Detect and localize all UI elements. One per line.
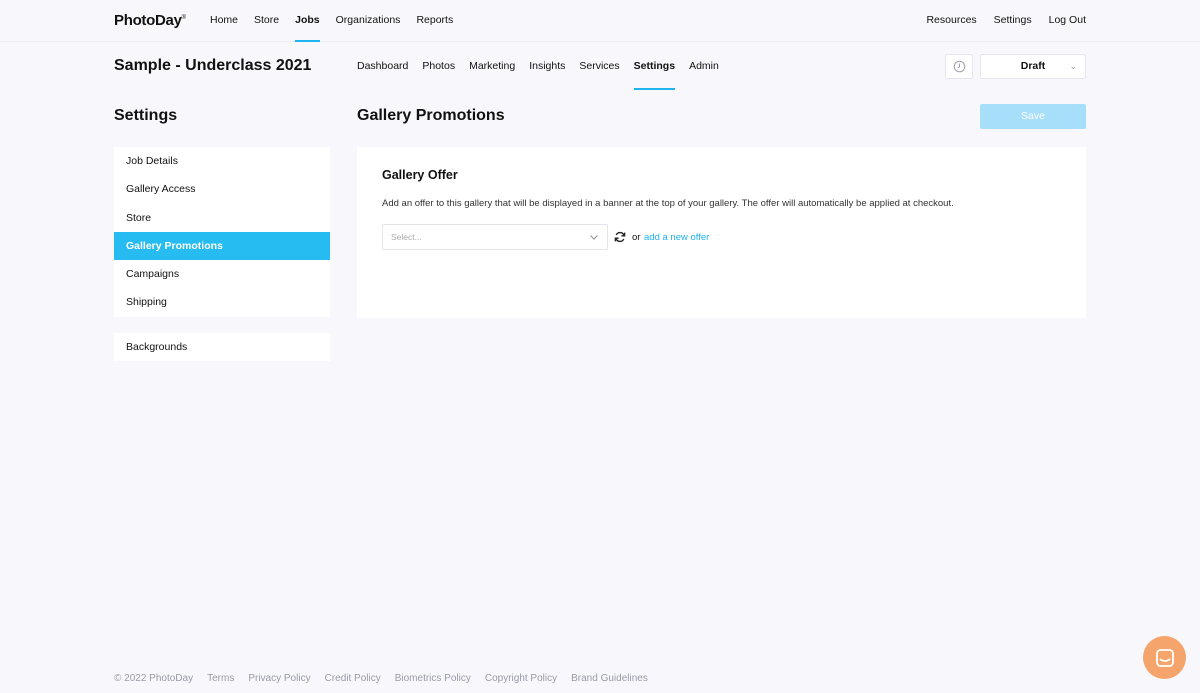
nav-settings[interactable]: Settings bbox=[994, 0, 1032, 42]
chevron-down-icon: ⌄ bbox=[1069, 61, 1077, 71]
sidebar-item-shipping[interactable]: Shipping bbox=[114, 288, 330, 316]
sidebar-heading: Settings bbox=[114, 107, 178, 124]
or-text: or bbox=[632, 232, 641, 243]
footer-link-credit[interactable]: Credit Policy bbox=[325, 673, 381, 684]
nav-organizations[interactable]: Organizations bbox=[328, 0, 409, 42]
chat-icon bbox=[1155, 648, 1174, 667]
chevron-down-icon bbox=[590, 235, 598, 240]
history-button[interactable] bbox=[945, 54, 973, 79]
tab-settings[interactable]: Settings bbox=[633, 44, 676, 90]
logo-trademark: ® bbox=[181, 15, 186, 21]
tab-admin[interactable]: Admin bbox=[689, 44, 719, 90]
settings-menu-secondary: Backgrounds bbox=[114, 333, 330, 361]
gallery-offer-card: Gallery Offer Add an offer to this galle… bbox=[357, 147, 1086, 318]
tab-marketing[interactable]: Marketing bbox=[469, 44, 515, 90]
footer-link-privacy[interactable]: Privacy Policy bbox=[248, 673, 310, 684]
footer-copyright: © 2022 PhotoDay bbox=[114, 673, 194, 684]
chat-launcher-button[interactable] bbox=[1143, 636, 1186, 679]
card-title: Gallery Offer bbox=[382, 168, 458, 182]
add-new-offer-link[interactable]: add a new offer bbox=[644, 232, 709, 243]
job-status-value: Draft bbox=[1020, 60, 1046, 72]
sidebar-item-gallery-promotions[interactable]: Gallery Promotions bbox=[114, 231, 330, 261]
top-nav: PhotoDay® Home Store Jobs Organizations … bbox=[0, 0, 1200, 42]
offer-select[interactable]: Select... bbox=[382, 224, 608, 250]
footer-link-terms[interactable]: Terms bbox=[207, 673, 234, 684]
sidebar-item-campaigns[interactable]: Campaigns bbox=[114, 260, 330, 288]
nav-store[interactable]: Store bbox=[246, 0, 287, 42]
card-description: Add an offer to this gallery that will b… bbox=[382, 198, 954, 209]
clock-icon bbox=[953, 60, 965, 73]
settings-menu: Job Details Gallery Access Store Gallery… bbox=[114, 147, 330, 317]
job-subnav: Dashboard Photos Marketing Insights Serv… bbox=[357, 44, 719, 90]
save-button[interactable]: Save bbox=[980, 104, 1086, 129]
refresh-icon[interactable] bbox=[614, 231, 626, 243]
sidebar-item-job-details[interactable]: Job Details bbox=[114, 147, 330, 175]
footer-link-biometrics[interactable]: Biometrics Policy bbox=[395, 673, 471, 684]
job-title: Sample - Underclass 2021 bbox=[114, 57, 312, 74]
sidebar-item-gallery-access[interactable]: Gallery Access bbox=[114, 175, 330, 203]
nav-home[interactable]: Home bbox=[210, 0, 246, 42]
sidebar-item-store[interactable]: Store bbox=[114, 204, 330, 232]
nav-resources[interactable]: Resources bbox=[926, 0, 976, 42]
nav-jobs[interactable]: Jobs bbox=[287, 0, 328, 42]
photoday-logo[interactable]: PhotoDay® bbox=[114, 12, 186, 29]
footer-link-copyright[interactable]: Copyright Policy bbox=[485, 673, 557, 684]
nav-reports[interactable]: Reports bbox=[408, 0, 461, 42]
footer: © 2022 PhotoDay Terms Privacy Policy Cre… bbox=[114, 673, 648, 684]
main-nav: Home Store Jobs Organizations Reports bbox=[210, 0, 461, 42]
account-nav: Resources Settings Log Out bbox=[926, 0, 1086, 42]
tab-dashboard[interactable]: Dashboard bbox=[357, 44, 408, 90]
tab-insights[interactable]: Insights bbox=[529, 44, 565, 90]
nav-logout[interactable]: Log Out bbox=[1049, 0, 1086, 42]
logo-text: PhotoDay bbox=[114, 12, 182, 29]
tab-services[interactable]: Services bbox=[579, 44, 619, 90]
footer-link-brand[interactable]: Brand Guidelines bbox=[571, 673, 648, 684]
offer-select-placeholder: Select... bbox=[391, 232, 422, 242]
job-status-select[interactable]: Draft ⌄ bbox=[980, 54, 1086, 79]
tab-photos[interactable]: Photos bbox=[422, 44, 455, 90]
page-title: Gallery Promotions bbox=[357, 107, 505, 124]
sidebar-item-backgrounds[interactable]: Backgrounds bbox=[114, 333, 330, 361]
